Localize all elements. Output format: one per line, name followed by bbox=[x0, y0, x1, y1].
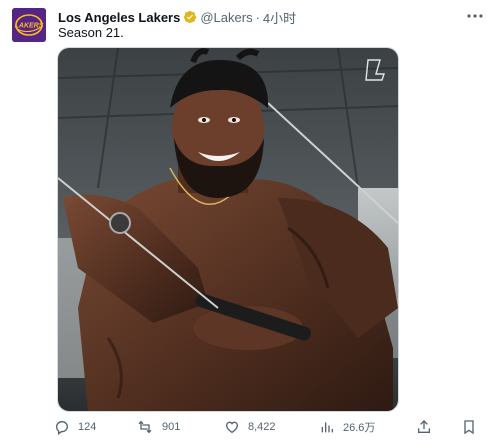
tweet-actions: 124 901 8,422 26.6万 bbox=[54, 417, 494, 437]
share-icon bbox=[418, 420, 430, 433]
like-button[interactable]: 8,422 bbox=[224, 417, 276, 437]
tweet-photo[interactable] bbox=[57, 47, 399, 412]
reply-count: 124 bbox=[78, 421, 97, 433]
bookmark-icon bbox=[464, 420, 474, 435]
views-button[interactable]: 26.6万 bbox=[319, 417, 375, 437]
verified-badge-icon bbox=[183, 10, 197, 24]
lakers-logo: LAKERS bbox=[12, 8, 46, 42]
retweet-button[interactable]: 901 bbox=[136, 417, 180, 437]
tweet-text: Season 21. bbox=[58, 25, 124, 40]
tweet[interactable]: LAKERS Los Angeles Lakers @Lakers · 4小时 … bbox=[0, 0, 500, 440]
like-count: 8,422 bbox=[248, 421, 276, 433]
more-icon[interactable] bbox=[466, 9, 484, 23]
reply-icon bbox=[55, 420, 69, 435]
views-icon bbox=[321, 422, 333, 433]
photo-player-training bbox=[58, 48, 398, 411]
avatar-logo-text: LAKERS bbox=[15, 23, 44, 30]
display-name[interactable]: Los Angeles Lakers bbox=[58, 10, 180, 25]
views-count: 26.6万 bbox=[343, 422, 376, 434]
tweet-header: Los Angeles Lakers @Lakers · 4小时 bbox=[58, 8, 296, 26]
bookmark-button[interactable] bbox=[461, 417, 477, 437]
share-button[interactable] bbox=[416, 417, 432, 437]
retweet-icon bbox=[138, 420, 152, 434]
post-time[interactable]: 4小时 bbox=[263, 8, 296, 27]
separator-dot: · bbox=[255, 9, 260, 25]
retweet-count: 901 bbox=[162, 421, 181, 433]
heart-icon bbox=[225, 421, 239, 434]
author-handle[interactable]: @Lakers bbox=[200, 10, 252, 25]
reply-button[interactable]: 124 bbox=[54, 417, 96, 437]
avatar[interactable]: LAKERS bbox=[12, 8, 46, 42]
